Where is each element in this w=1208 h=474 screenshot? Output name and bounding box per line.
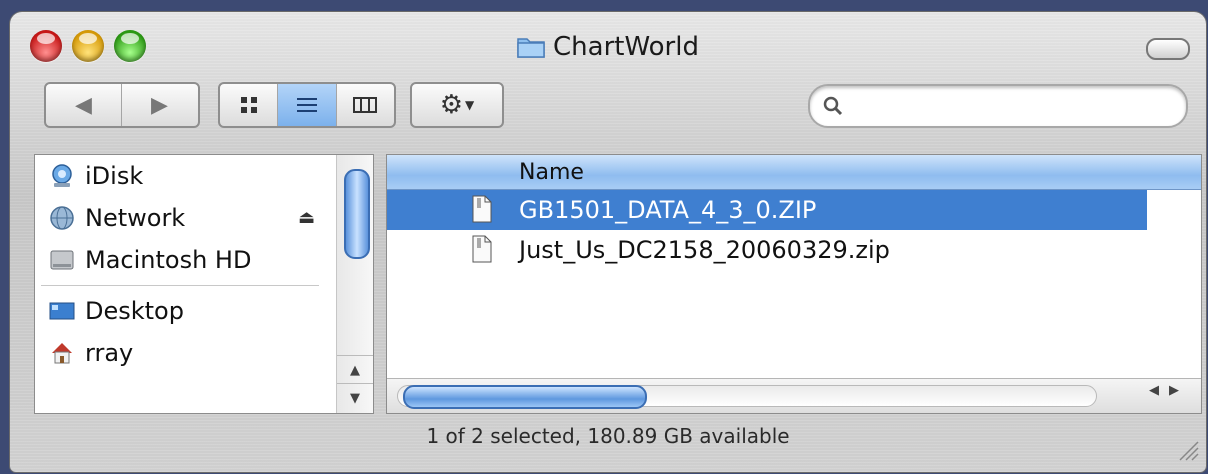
chevron-down-icon: ▼ [465, 98, 475, 112]
home-icon [49, 340, 75, 366]
scroll-left-button[interactable]: ◀ [1149, 383, 1159, 398]
back-forward-control: ◀ ▶ [44, 82, 200, 128]
window-title: ChartWorld [553, 32, 699, 62]
sidebar-scroll-thumb[interactable] [344, 169, 370, 259]
file-list: Name GB1501_DATA_4_3_0.ZIP Just_Us_DC215… [386, 154, 1202, 414]
sidebar-list: iDisk Network ⏏ Macintosh HD Desktop rra… [35, 155, 325, 374]
action-menu-button[interactable]: ⚙ ▼ [410, 82, 504, 128]
document-icon [471, 235, 493, 269]
eject-icon[interactable]: ⏏ [298, 207, 315, 228]
column-view-button[interactable] [337, 84, 394, 126]
finder-window: ChartWorld ◀ ▶ ⚙ ▼ iDisk Network ⏏ Macin… [10, 12, 1206, 472]
search-field[interactable] [808, 84, 1188, 128]
sidebar-item-desktop[interactable]: Desktop [35, 290, 325, 332]
idisk-icon [49, 163, 75, 189]
forward-button[interactable]: ▶ [122, 84, 197, 126]
gear-icon: ⚙ [439, 90, 464, 120]
sidebar: iDisk Network ⏏ Macintosh HD Desktop rra… [34, 154, 374, 414]
folder-icon [517, 34, 545, 58]
back-arrow-icon: ◀ [75, 92, 92, 118]
list-view-button[interactable] [278, 84, 337, 126]
sidebar-item-label: rray [85, 339, 134, 367]
sidebar-item-idisk[interactable]: iDisk [35, 155, 325, 197]
view-mode-control [218, 82, 396, 128]
list-item[interactable]: Just_Us_DC2158_20060329.zip [387, 230, 1201, 270]
search-icon [822, 95, 844, 121]
status-bar: 1 of 2 selected, 180.89 GB available [426, 424, 790, 448]
sidebar-item-label: Network [85, 204, 186, 232]
document-icon [471, 195, 493, 229]
file-name: GB1501_DATA_4_3_0.ZIP [519, 196, 817, 224]
sidebar-item-home[interactable]: rray [35, 332, 325, 374]
back-button[interactable]: ◀ [46, 84, 122, 126]
list-view-icon [296, 98, 317, 112]
sidebar-item-label: iDisk [85, 162, 144, 190]
sidebar-item-macintosh-hd[interactable]: Macintosh HD [35, 239, 325, 281]
hard-drive-icon [49, 247, 75, 273]
search-input[interactable] [852, 92, 1176, 120]
scroll-arrows: ◀ ▶ [1149, 383, 1179, 398]
sidebar-item-label: Macintosh HD [85, 246, 252, 274]
file-name: Just_Us_DC2158_20060329.zip [519, 236, 890, 264]
forward-arrow-icon: ▶ [151, 92, 168, 118]
horizontal-scroll-thumb[interactable] [403, 385, 647, 409]
window-title-bar: ChartWorld [10, 32, 1206, 62]
list-item[interactable]: GB1501_DATA_4_3_0.ZIP [387, 190, 1147, 230]
column-view-icon [353, 97, 378, 113]
icon-view-button[interactable] [220, 84, 279, 126]
network-icon [49, 205, 75, 231]
sidebar-divider [41, 285, 319, 286]
desktop-icon [49, 298, 75, 324]
resize-grip-icon[interactable] [1176, 438, 1200, 466]
sidebar-scrollbar[interactable]: ▲ ▼ [336, 155, 373, 413]
horizontal-scrollbar[interactable]: ◀ ▶ [387, 378, 1201, 413]
scroll-up-button[interactable]: ▲ [337, 355, 373, 384]
column-header-label: Name [519, 160, 584, 185]
sidebar-item-network[interactable]: Network ⏏ [35, 197, 325, 239]
icon-view-icon [240, 97, 257, 113]
scroll-right-button[interactable]: ▶ [1169, 383, 1179, 398]
sidebar-item-label: Desktop [85, 297, 184, 325]
toolbar-toggle-button[interactable] [1146, 38, 1190, 60]
column-header-name[interactable]: Name [387, 155, 1201, 190]
scroll-down-button[interactable]: ▼ [337, 383, 373, 412]
action-menu-content: ⚙ ▼ [412, 84, 502, 126]
